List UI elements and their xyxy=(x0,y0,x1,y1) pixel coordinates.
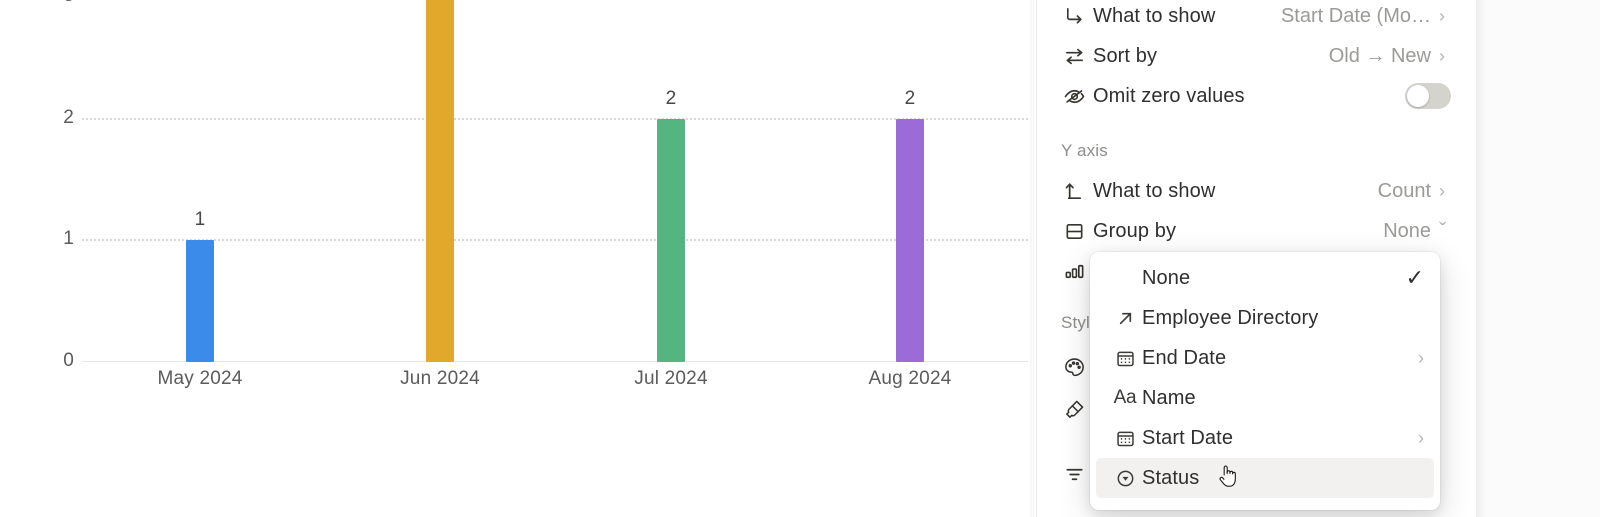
dropdown-item-label: Start Date xyxy=(1142,426,1234,449)
dropdown-item-trailing: › xyxy=(1418,349,1424,367)
setting-value: Start Date (Mo… xyxy=(1280,4,1431,27)
x-tick-jun-2024: Jun 2024 xyxy=(400,368,480,389)
setting-label: What to show xyxy=(1093,179,1216,202)
setting-row-omit-zero-values[interactable]: Omit zero values xyxy=(1037,76,1477,116)
bar-chart: 0 1 2 3 1 2 2 May 2024 Jun 2024 Jul 2024 xyxy=(0,0,1030,400)
corner-down-right-icon xyxy=(1063,5,1093,28)
dropdown-item-employee-directory[interactable]: Employee Directory xyxy=(1096,298,1434,338)
setting-value: None xyxy=(1383,219,1431,242)
aa-glyph: Aa xyxy=(1113,387,1137,408)
setting-row-sort-by[interactable]: Sort by Old → New › xyxy=(1037,36,1477,76)
dropdown-item-label: Employee Directory xyxy=(1142,306,1319,329)
dropdown-item-name[interactable]: Aa Name xyxy=(1096,378,1434,418)
dropdown-item-trailing: ✓ xyxy=(1406,267,1424,289)
chevron-right-icon: › xyxy=(1439,6,1445,26)
bar-aug-2024[interactable] xyxy=(896,119,924,362)
bar-value-jul-2024: 2 xyxy=(665,88,677,109)
chevron-right-icon: › xyxy=(1439,181,1445,201)
y-axis-ticks: 0 1 2 3 xyxy=(0,0,74,400)
chevron-down-icon: ˇ xyxy=(1439,218,1447,243)
check-icon: ✓ xyxy=(1405,265,1424,290)
section-header-y-axis: Y axis xyxy=(1061,141,1108,160)
dropdown-item-label: Name xyxy=(1142,386,1196,409)
rows-icon xyxy=(1063,220,1093,243)
bar-may-2024[interactable] xyxy=(186,240,214,362)
omit-zero-values-toggle[interactable] xyxy=(1405,83,1451,109)
chevron-right-icon: › xyxy=(1439,46,1445,66)
setting-label: Group by xyxy=(1093,219,1177,242)
page-backdrop-shadow xyxy=(1476,0,1486,517)
setting-label: Sort by xyxy=(1093,44,1158,67)
relation-arrow-icon xyxy=(1108,308,1142,329)
bar-value-may-2024: 1 xyxy=(194,209,206,230)
dropdown-item-trailing: › xyxy=(1418,429,1424,447)
plot-area: 1 2 2 May 2024 Jun 2024 Jul 2024 Aug 202… xyxy=(82,0,1028,389)
filter-icon xyxy=(1063,463,1093,486)
select-circle-icon xyxy=(1108,468,1142,489)
paintbrush-icon xyxy=(1063,398,1093,421)
bar-value-aug-2024: 2 xyxy=(904,88,916,109)
dropdown-item-none[interactable]: None ✓ xyxy=(1096,258,1434,298)
text-aa-icon: Aa xyxy=(1108,387,1142,409)
chevron-right-icon: › xyxy=(1418,428,1424,448)
pointer-hand-cursor xyxy=(1218,463,1240,489)
dropdown-item-status[interactable]: Status xyxy=(1096,458,1434,498)
x-tick-jul-2024: Jul 2024 xyxy=(634,368,708,389)
bar-chart-icon xyxy=(1063,260,1093,283)
screen: 0 1 2 3 1 2 2 May 2024 Jun 2024 Jul 2024 xyxy=(0,0,1600,517)
calendar-icon xyxy=(1108,348,1142,369)
setting-row-y-what-to-show[interactable]: What to show Count › xyxy=(1037,171,1477,211)
sort-arrows-icon xyxy=(1063,45,1093,68)
arrow-up-from-line-icon xyxy=(1063,180,1093,203)
setting-label: What to show xyxy=(1093,4,1216,27)
x-tick-may-2024: May 2024 xyxy=(157,368,243,389)
y-tick-2: 2 xyxy=(63,107,74,128)
toggle-knob xyxy=(1407,85,1429,107)
page-backdrop xyxy=(1476,0,1600,517)
dropdown-item-label: Status xyxy=(1142,466,1200,489)
setting-row-x-what-to-show[interactable]: What to show Start Date (Mo… › xyxy=(1037,0,1477,36)
bar-jul-2024[interactable] xyxy=(657,119,685,362)
bars-clip xyxy=(82,0,1028,362)
setting-value: Old → New xyxy=(1328,44,1431,67)
calendar-icon xyxy=(1108,428,1142,449)
eye-off-icon xyxy=(1063,85,1093,108)
y-tick-1: 1 xyxy=(63,228,74,249)
x-tick-aug-2024: Aug 2024 xyxy=(868,368,952,389)
setting-value: Count xyxy=(1377,179,1431,202)
palette-icon xyxy=(1063,356,1093,379)
dropdown-item-label: End Date xyxy=(1142,346,1227,369)
y-tick-0: 0 xyxy=(63,350,74,371)
setting-label: Omit zero values xyxy=(1093,84,1245,107)
dropdown-item-end-date[interactable]: End Date › xyxy=(1096,338,1434,378)
chevron-right-icon: › xyxy=(1418,348,1424,368)
group-by-dropdown-menu[interactable]: None ✓ Employee Directory End Date › Aa … xyxy=(1090,252,1440,510)
y-tick-3: 3 xyxy=(14,0,74,7)
dropdown-item-label: None xyxy=(1142,266,1191,289)
dropdown-item-start-date[interactable]: Start Date › xyxy=(1096,418,1434,458)
setting-row-group-by[interactable]: Group by None ˇ xyxy=(1037,211,1477,251)
bar-jun-2024[interactable] xyxy=(426,0,454,362)
